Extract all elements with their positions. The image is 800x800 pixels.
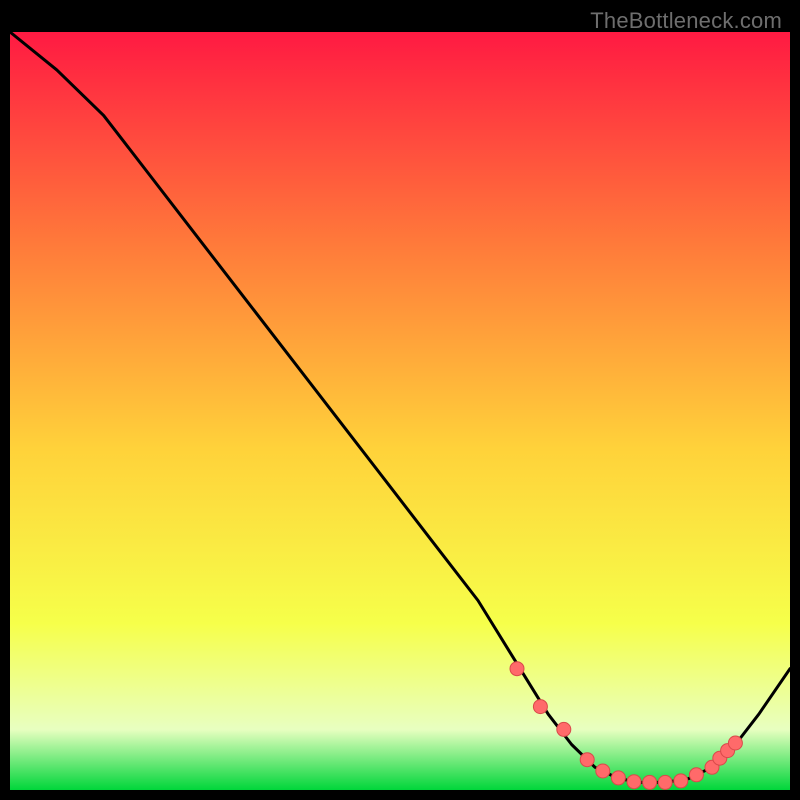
marker-point: [658, 775, 672, 789]
plot-area: [10, 32, 790, 790]
chart-frame: TheBottleneck.com: [10, 10, 790, 790]
marker-point: [689, 768, 703, 782]
marker-point: [510, 662, 524, 676]
marker-point: [627, 775, 641, 789]
marker-point: [533, 700, 547, 714]
marker-point: [580, 753, 594, 767]
marker-point: [596, 764, 610, 778]
marker-point: [611, 771, 625, 785]
marker-point: [643, 775, 657, 789]
bottleneck-chart: [10, 32, 790, 790]
marker-point: [674, 774, 688, 788]
marker-point: [557, 722, 571, 736]
watermark-text: TheBottleneck.com: [590, 8, 782, 34]
marker-point: [728, 736, 742, 750]
